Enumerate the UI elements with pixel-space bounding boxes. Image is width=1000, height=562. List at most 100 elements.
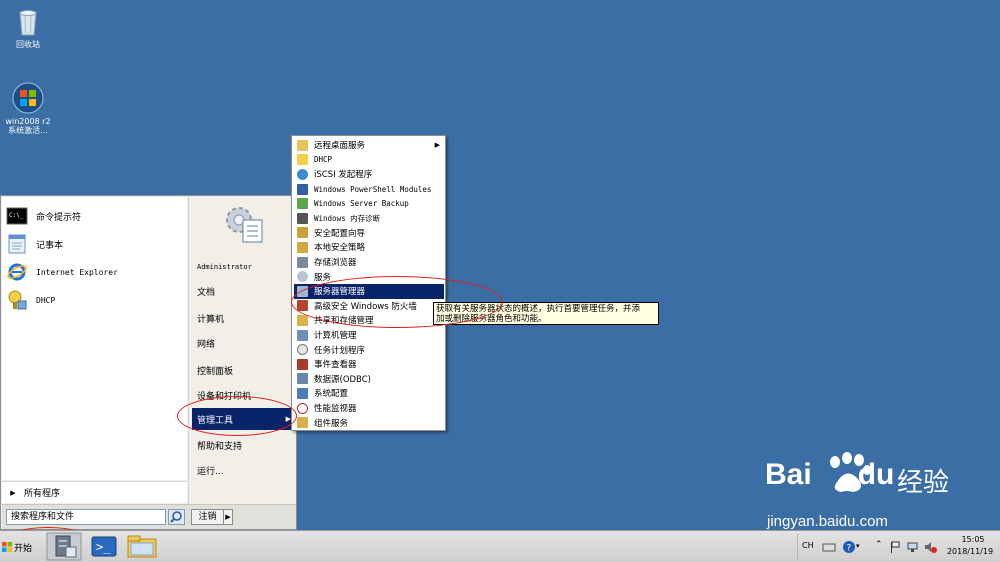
shutdown-options-button[interactable]: ▶ (223, 509, 233, 525)
taskbar: 开始 >_ CH ? ▾ ⌃ 15:05 2018/11/19 (0, 530, 1000, 562)
start-menu: C:\_ 命令提示符 记事本 Internet Explorer DHCP ▶ … (0, 195, 297, 530)
ie-icon (7, 263, 27, 281)
submenu-item-component-services[interactable]: 组件服务 (294, 415, 444, 430)
notepad-icon (8, 234, 26, 254)
recycle-bin-icon (12, 5, 44, 37)
taskbar-powershell[interactable]: >_ (86, 532, 122, 561)
submenu-item-memory-diagnostic[interactable]: Windows 内存诊断 (294, 211, 444, 226)
memory-chip-icon (297, 212, 308, 224)
svg-text:?: ? (847, 544, 852, 554)
right-item-admin-tools[interactable]: 管理工具 ▶ (192, 408, 295, 430)
submenu-item-performance-monitor[interactable]: 性能监视器 (294, 401, 444, 416)
desktop-icon-win2008-activator[interactable]: win2008 r2 系统激活... (0, 82, 56, 135)
program-notepad[interactable]: 记事本 (6, 231, 184, 257)
computer-management-icon (297, 329, 308, 341)
submenu-item-remote-desktop[interactable]: 远程桌面服务 ▶ (294, 138, 444, 153)
right-item-control-panel[interactable]: 控制面板 (192, 359, 295, 381)
iscsi-globe-icon (297, 168, 308, 180)
program-cmd[interactable]: C:\_ 命令提示符 (6, 203, 184, 229)
powershell-icon: >_ (91, 536, 117, 557)
win2008-sublabel: 系统激活... (8, 126, 48, 135)
win2008-label: win2008 r2 (5, 117, 51, 126)
windows-flag-icon (2, 542, 12, 552)
cmd-icon: C:\_ (6, 207, 28, 225)
powershell-icon (297, 183, 308, 195)
taskbar-server-manager[interactable] (46, 532, 82, 561)
submenu-item-advanced-firewall[interactable]: 高级安全 Windows 防火墙 (294, 299, 444, 314)
right-item-devices-printers[interactable]: 设备和打印机 (192, 384, 295, 406)
svg-text:C:\_: C:\_ (9, 212, 24, 219)
submenu-item-odbc[interactable]: 数据源(ODBC) (294, 372, 444, 387)
right-item-help-support[interactable]: 帮助和支持 (192, 434, 295, 456)
chevron-up-icon[interactable]: ⌃ (875, 540, 889, 554)
submenu-item-iscsi[interactable]: iSCSI 发起程序 (294, 167, 444, 182)
chevron-right-icon: ▶ (225, 513, 231, 521)
start-menu-right-pane: Administrator 文档 计算机 网络 控制面板 设备和打印机 管理工具… (188, 197, 296, 507)
submenu-item-system-config[interactable]: 系统配置 (294, 386, 444, 401)
submenu-item-security-config-wizard[interactable]: 安全配置向导 (294, 226, 444, 241)
clock-time[interactable]: 15:05 (950, 535, 996, 544)
help-icon[interactable]: ? (842, 540, 856, 554)
submenu-item-local-security-policy[interactable]: 本地安全策略 (294, 240, 444, 255)
all-programs[interactable]: ▶ 所有程序 (2, 481, 187, 503)
right-item-documents[interactable]: 文档 (192, 280, 295, 302)
keyboard-icon[interactable] (822, 540, 836, 554)
language-indicator[interactable]: CH (802, 541, 814, 550)
admin-tools-submenu: 远程桌面服务 ▶ DHCP iSCSI 发起程序 Windows PowerSh… (291, 135, 446, 431)
all-programs-arrow-icon: ▶ (10, 488, 16, 497)
chevron-down-icon[interactable]: ▾ (856, 542, 870, 556)
search-button[interactable] (168, 509, 185, 525)
taskbar-explorer[interactable] (124, 532, 160, 561)
submenu-item-dhcp[interactable]: DHCP (294, 153, 444, 168)
start-button[interactable]: 开始 (2, 536, 38, 558)
notification-area: CH ? ▾ ⌃ 15:05 2018/11/19 (797, 534, 998, 560)
desktop-icon-recycle-bin[interactable]: 回收站 (0, 5, 56, 49)
submenu-item-powershell-modules[interactable]: Windows PowerShell Modules (294, 182, 444, 197)
clock-icon (297, 344, 308, 356)
security-policy-icon (297, 241, 308, 253)
search-input[interactable]: 搜索程序和文件 (6, 509, 166, 525)
component-services-icon (297, 417, 308, 429)
folder-icon (127, 535, 157, 558)
network-icon[interactable] (906, 540, 920, 554)
start-menu-programs: C:\_ 命令提示符 记事本 Internet Explorer DHCP (2, 197, 187, 480)
submenu-item-storage-explorer[interactable]: 存储浏览器 (294, 255, 444, 270)
submenu-item-computer-management[interactable]: 计算机管理 (294, 328, 444, 343)
logoff-button[interactable]: 注销 (191, 509, 224, 525)
storage-icon (297, 256, 308, 268)
backup-icon (297, 198, 308, 210)
right-item-administrator[interactable]: Administrator (192, 256, 295, 278)
event-viewer-icon (297, 358, 308, 370)
search-icon (170, 511, 182, 523)
start-menu-bottom-bar: 搜索程序和文件 注销 ▶ (2, 504, 296, 529)
volume-muted-icon[interactable] (923, 540, 937, 554)
program-dhcp[interactable]: DHCP (6, 287, 184, 313)
submenu-item-share-storage[interactable]: 共享和存储管理 (294, 313, 444, 328)
submenu-arrow-icon: ▶ (434, 141, 440, 150)
submenu-item-services[interactable]: 服务 (294, 269, 444, 284)
windows-activator-icon (12, 82, 44, 114)
database-icon (297, 373, 308, 385)
submenu-item-server-manager[interactable]: 服务器管理器 (294, 284, 444, 299)
submenu-item-event-viewer[interactable]: 事件查看器 (294, 357, 444, 372)
dhcp-icon (8, 290, 27, 310)
watermark-jingyan: 经验 (897, 468, 950, 498)
server-manager-icon (46, 532, 82, 561)
program-internet-explorer[interactable]: Internet Explorer (6, 259, 184, 285)
services-gear-icon (297, 271, 308, 283)
baidu-jingyan-watermark: Bai du 经验 jingyan.baidu.com (765, 452, 995, 538)
right-item-network[interactable]: 网络 (192, 332, 295, 354)
right-item-run[interactable]: 运行... (192, 459, 295, 481)
action-center-flag-icon[interactable] (888, 540, 902, 554)
share-storage-icon (297, 314, 308, 326)
submenu-item-task-scheduler[interactable]: 任务计划程序 (294, 342, 444, 357)
tooltip-line-2: 加或删除服务器角色和功能。 (436, 314, 547, 324)
svg-text:>_: >_ (96, 540, 111, 554)
server-manager-icon (297, 285, 308, 297)
right-item-computer[interactable]: 计算机 (192, 307, 295, 329)
firewall-icon (297, 300, 308, 312)
clock-date[interactable]: 2018/11/19 (942, 547, 998, 556)
submenu-item-server-backup[interactable]: Windows Server Backup (294, 196, 444, 211)
server-manager-tooltip: 获取有关服务器状态的概述，执行首要管理任务，并添 加或删除服务器角色和功能。 (433, 302, 659, 325)
performance-gauge-icon (297, 402, 308, 414)
